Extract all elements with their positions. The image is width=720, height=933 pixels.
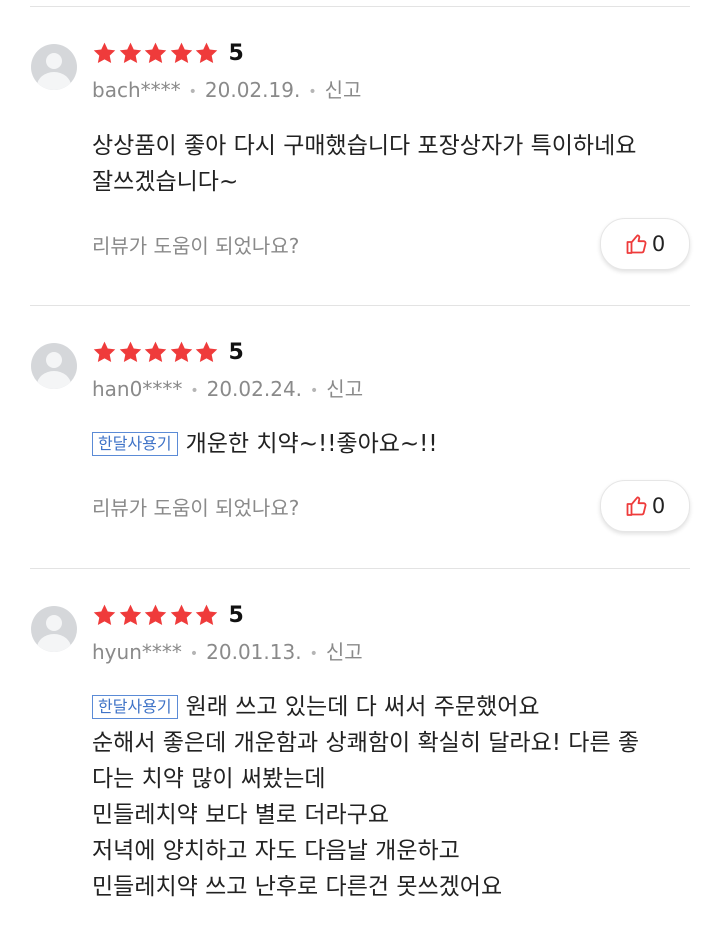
star-icon	[92, 603, 117, 628]
thumbs-up-icon	[625, 232, 649, 256]
like-button[interactable]: 0	[600, 218, 690, 270]
review-divider	[30, 568, 690, 569]
avatar	[31, 44, 77, 90]
separator-dot: •	[308, 83, 317, 100]
review-date: 20.02.19.	[204, 78, 301, 102]
star-icon	[194, 41, 219, 66]
helpful-prompt: 리뷰가 도움이 되었나요?	[92, 496, 300, 520]
avatar-head-shape	[46, 53, 62, 69]
review-tag-badge: 한달사용기	[92, 432, 178, 456]
avatar	[31, 606, 77, 652]
report-link[interactable]: 신고	[326, 377, 363, 401]
star-icon	[169, 340, 194, 365]
username: bach****	[92, 78, 181, 102]
review-text-line: 순해서 좋은데 개운함과 상쾌함이 확실히 달라요! 다른 좋	[92, 730, 640, 756]
separator-dot: •	[310, 382, 319, 399]
star-rating: 5	[92, 602, 244, 628]
review-text: 개운한 치약~!!좋아요~!!	[185, 431, 438, 457]
review-text-line: 다는 치약 많이 써봤는데	[92, 766, 326, 792]
avatar-body-shape	[37, 634, 71, 652]
avatar-head-shape	[46, 615, 62, 631]
helpful-prompt: 리뷰가 도움이 되었나요?	[92, 234, 300, 258]
like-count: 0	[651, 232, 666, 256]
review-text-line: 민들레치약 쓰고 난후로 다른건 못쓰겠어요	[92, 874, 503, 900]
rating-value: 5	[228, 602, 244, 628]
thumbs-up-icon	[625, 494, 649, 518]
username: hyun****	[92, 640, 182, 664]
star-icon	[143, 603, 168, 628]
star-icon	[169, 603, 194, 628]
top-divider	[30, 6, 690, 7]
star-icon	[194, 603, 219, 628]
separator-dot: •	[188, 83, 197, 100]
review-date: 20.02.24.	[206, 377, 303, 401]
star-icon	[169, 41, 194, 66]
review-text-line: 저녁에 양치하고 자도 다음날 개운하고	[92, 838, 460, 864]
review-content: 상상품이 좋아 다시 구매했습니다 포장상자가 특이하네요 잘쓰겠습니다~	[92, 128, 636, 200]
avatar-body-shape	[37, 371, 71, 389]
star-icon	[194, 340, 219, 365]
review-divider	[30, 305, 690, 306]
review-content: 한달사용기 개운한 치약~!!좋아요~!!	[92, 426, 438, 462]
rating-value: 5	[228, 40, 244, 66]
report-link[interactable]: 신고	[326, 640, 363, 664]
review-text-line: 상상품이 좋아 다시 구매했습니다 포장상자가 특이하네요	[92, 133, 637, 159]
review-date: 20.01.13.	[206, 640, 302, 664]
star-icon	[92, 41, 117, 66]
review-meta: hyun**** • 20.01.13. • 신고	[92, 636, 363, 665]
star-icon	[143, 41, 168, 66]
review-meta: han0**** • 20.02.24. • 신고	[92, 373, 363, 402]
star-icon	[118, 340, 143, 365]
review-meta: bach**** • 20.02.19. • 신고	[92, 74, 361, 103]
review-text-line: 민들레치약 보다 별로 더라구요	[92, 802, 390, 828]
avatar	[31, 343, 77, 389]
separator-dot: •	[190, 382, 199, 399]
star-rating: 5	[92, 40, 244, 66]
like-count: 0	[651, 494, 666, 518]
username: han0****	[92, 377, 183, 401]
review-text-line: 잘쓰겠습니다~	[92, 169, 239, 195]
review-text-line: 한달사용기 개운한 치약~!!좋아요~!!	[92, 426, 438, 462]
avatar-body-shape	[37, 72, 71, 90]
avatar-head-shape	[46, 352, 62, 368]
star-icon	[118, 41, 143, 66]
separator-dot: •	[189, 645, 199, 662]
review-content: 한달사용기 원래 쓰고 있는데 다 써서 주문했어요 순해서 좋은데 개운함과 상…	[92, 689, 639, 905]
review-text-line: 한달사용기 원래 쓰고 있는데 다 써서 주문했어요	[92, 689, 639, 725]
like-button[interactable]: 0	[600, 480, 690, 532]
separator-dot: •	[309, 645, 318, 662]
star-icon	[143, 340, 168, 365]
star-rating: 5	[92, 339, 244, 365]
review-text: 원래 쓰고 있는데 다 써서 주문했어요	[185, 694, 540, 720]
rating-value: 5	[228, 339, 244, 365]
star-icon	[92, 340, 117, 365]
report-link[interactable]: 신고	[325, 78, 362, 102]
star-icon	[118, 603, 143, 628]
review-tag-badge: 한달사용기	[92, 695, 178, 719]
